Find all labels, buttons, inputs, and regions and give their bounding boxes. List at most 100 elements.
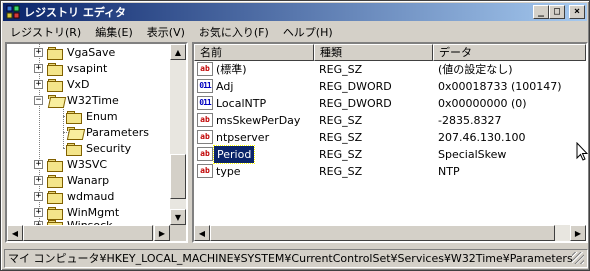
- value-type: REG_SZ: [319, 63, 363, 76]
- expand-icon[interactable]: +: [34, 159, 43, 169]
- folder-icon: [47, 190, 63, 204]
- expand-icon[interactable]: +: [34, 175, 43, 185]
- tree-item-label: vsapint: [67, 61, 108, 75]
- open-folder-icon: [47, 94, 63, 107]
- status-path: マイ コンピュータ¥HKEY_LOCAL_MACHINE¥SYSTEM¥Curr…: [8, 252, 573, 265]
- tree-vertical-scrollbar[interactable]: ▲ ▼: [170, 44, 186, 225]
- value-row[interactable]: ab type REG_SZ NTP: [194, 163, 574, 180]
- value-data: 0x00018733 (100147): [438, 80, 562, 93]
- expand-icon[interactable]: +: [34, 79, 43, 89]
- value-name: (標準): [216, 63, 247, 76]
- open-folder-icon: [66, 126, 82, 139]
- dword-value-icon: 011: [197, 96, 213, 110]
- value-row[interactable]: 011 Adj REG_DWORD 0x00018733 (100147): [194, 78, 574, 95]
- tree-item-label: Wanarp: [67, 173, 110, 187]
- tree-item-label: W32Time: [67, 93, 119, 107]
- value-row[interactable]: ab ntpserver REG_SZ 207.46.130.100: [194, 129, 574, 146]
- value-name: type: [216, 165, 241, 178]
- maximize-button[interactable]: □: [549, 5, 565, 19]
- string-value-icon: ab: [197, 164, 213, 178]
- status-bar: マイ コンピュータ¥HKEY_LOCAL_MACHINE¥SYSTEM¥Curr…: [4, 249, 588, 268]
- registry-editor-window: レジストリ エディタ _ □ × レジストリ(R) 編集(E) 表示(V) お気…: [0, 0, 590, 271]
- minimize-button[interactable]: _: [533, 5, 549, 19]
- tree-item-label: Enum: [86, 109, 118, 123]
- tree-item-label: VgaSave: [67, 45, 116, 59]
- value-name: Adj: [216, 80, 234, 93]
- folder-icon: [66, 110, 82, 124]
- scroll-right-arrow-icon[interactable]: ▶: [570, 225, 586, 241]
- expand-icon[interactable]: +: [34, 47, 43, 57]
- tree-horizontal-scrollbar[interactable]: ◀ ▶: [7, 225, 186, 241]
- scroll-left-arrow-icon[interactable]: ◀: [194, 225, 210, 241]
- scrollbar-thumb[interactable]: [23, 225, 153, 241]
- tree-item-vxd[interactable]: + VxD: [34, 76, 90, 92]
- tree-item-wdmaud[interactable]: + wdmaud: [34, 188, 114, 204]
- regedit-app-icon: [6, 5, 20, 19]
- folder-icon: [47, 46, 63, 60]
- tree-item-enum[interactable]: Enum: [62, 108, 118, 124]
- value-type: REG_DWORD: [319, 80, 392, 93]
- collapse-icon[interactable]: −: [34, 95, 43, 105]
- string-value-icon: ab: [197, 147, 213, 161]
- resize-grip-icon[interactable]: [572, 252, 584, 264]
- value-data: (値の設定なし): [438, 63, 513, 76]
- tree-item-w32time[interactable]: − W32Time: [34, 92, 119, 108]
- folder-icon: [66, 142, 82, 156]
- tree-item-label: Security: [86, 141, 132, 155]
- value-type: REG_DWORD: [319, 97, 392, 110]
- menu-registry[interactable]: レジストリ(R): [3, 24, 88, 40]
- value-type: REG_SZ: [319, 131, 363, 144]
- expand-icon[interactable]: +: [34, 191, 43, 201]
- folder-icon: [47, 78, 63, 92]
- tree-item-w3svc[interactable]: + W3SVC: [34, 156, 107, 172]
- scroll-up-arrow-icon[interactable]: ▲: [170, 44, 186, 60]
- value-name: ntpserver: [216, 131, 270, 144]
- folder-icon: [47, 174, 63, 188]
- window-title: レジストリ エディタ: [24, 6, 127, 19]
- scrollbar-thumb[interactable]: [210, 225, 555, 241]
- value-data: -2835.8327: [438, 114, 502, 127]
- string-value-icon: ab: [197, 62, 213, 76]
- tree-item-security[interactable]: Security: [62, 140, 131, 156]
- column-header-type[interactable]: 種類: [314, 44, 433, 61]
- tree-item-vgasave[interactable]: + VgaSave: [34, 44, 115, 60]
- value-data: NTP: [438, 165, 460, 178]
- menu-view[interactable]: 表示(V): [140, 24, 192, 40]
- scroll-down-arrow-icon[interactable]: ▼: [170, 209, 186, 225]
- tree-item-wanarp[interactable]: + Wanarp: [34, 172, 109, 188]
- menu-edit[interactable]: 編集(E): [88, 24, 140, 40]
- scroll-left-arrow-icon[interactable]: ◀: [7, 225, 23, 241]
- value-name: msSkewPerDay: [216, 114, 301, 127]
- tree-item-winmgmt[interactable]: + WinMgmt: [34, 204, 119, 220]
- tree-item-parameters[interactable]: Parameters: [62, 124, 149, 140]
- expand-icon[interactable]: +: [34, 207, 43, 217]
- title-bar[interactable]: レジストリ エディタ _ □ ×: [3, 3, 587, 21]
- scrollbar-corner: [170, 225, 186, 241]
- menu-help[interactable]: ヘルプ(H): [276, 24, 340, 40]
- tree-item-label: wdmaud: [67, 189, 115, 203]
- values-list-pane[interactable]: 名前 種類 データ ab (標準) REG_SZ (値の設定なし) 011 Ad…: [192, 42, 588, 243]
- expand-icon[interactable]: +: [34, 63, 43, 73]
- column-header-data[interactable]: データ: [433, 44, 586, 61]
- value-row[interactable]: 011 LocalNTP REG_DWORD 0x00000000 (0): [194, 95, 574, 112]
- string-value-icon: ab: [197, 130, 213, 144]
- value-data: 207.46.130.100: [438, 131, 526, 144]
- column-header-name[interactable]: 名前: [194, 44, 314, 61]
- value-type: REG_SZ: [319, 114, 363, 127]
- dword-value-icon: 011: [197, 79, 213, 93]
- value-row[interactable]: ab msSkewPerDay REG_SZ -2835.8327: [194, 112, 574, 129]
- value-row-selected[interactable]: ab Period REG_SZ SpecialSkew: [194, 145, 574, 164]
- value-type: REG_SZ: [319, 165, 363, 178]
- key-tree-pane[interactable]: + VgaSave + vsapint + VxD − W32Time Enum…: [5, 42, 188, 243]
- list-horizontal-scrollbar[interactable]: ◀ ▶: [194, 225, 586, 241]
- value-row[interactable]: ab (標準) REG_SZ (値の設定なし): [194, 61, 574, 78]
- tree-item-label: W3SVC: [67, 157, 108, 171]
- tree-item-label: VxD: [67, 77, 90, 91]
- scrollbar-thumb[interactable]: [170, 154, 186, 199]
- menu-favorites[interactable]: お気に入り(F): [192, 24, 276, 40]
- tree-item-vsapint[interactable]: + vsapint: [34, 60, 107, 76]
- tree-item-label: Parameters: [86, 125, 149, 139]
- value-data: 0x00000000 (0): [438, 97, 527, 110]
- scroll-right-arrow-icon[interactable]: ▶: [154, 225, 170, 241]
- close-button[interactable]: ×: [569, 5, 585, 19]
